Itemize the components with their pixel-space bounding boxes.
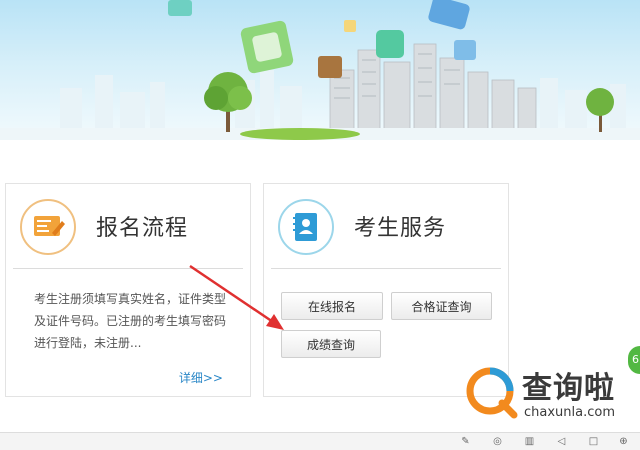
browser-status-bar: ✎ ◎ ▥ ◁ □ ⊕ [0, 432, 640, 450]
divider [13, 268, 243, 269]
zoom-icon[interactable]: ⊕ [618, 436, 629, 447]
magnifier-logo-icon [466, 367, 518, 419]
registration-description: 考生注册须填写真实姓名，证件类型及证件号码。已注册的考生填写密码进行登陆，未注册… [34, 292, 227, 350]
sound-icon[interactable]: ◁ [556, 436, 567, 447]
globe-icon[interactable]: ◎ [492, 436, 503, 447]
tools-icon[interactable]: ✎ [460, 436, 471, 447]
divider [271, 268, 501, 269]
card-title: 报名流程 [96, 216, 189, 241]
card-title: 考生服务 [354, 216, 447, 241]
score-query-button[interactable]: 成绩查询 [281, 330, 381, 358]
registration-process-card: 报名流程 考生注册须填写真实姓名，证件类型及证件号码。已注册的考生填写密码进行登… [5, 183, 251, 397]
trash-icon[interactable]: ▥ [524, 436, 535, 447]
header-banner [0, 0, 640, 140]
online-registration-button[interactable]: 在线报名 [281, 292, 383, 320]
watermark-domain-text: chaxunla.com [524, 405, 615, 420]
details-link[interactable]: 详细>> [179, 369, 223, 386]
page-icon[interactable]: □ [588, 436, 599, 447]
city-skyline-illustration [0, 0, 640, 140]
registration-form-icon [20, 199, 76, 255]
watermark-chinese-text: 查询啦 [522, 371, 615, 406]
address-book-icon [278, 199, 334, 255]
site-watermark: 查询啦 chaxunla.com [464, 363, 636, 425]
certificate-query-button[interactable]: 合格证查询 [391, 292, 492, 320]
